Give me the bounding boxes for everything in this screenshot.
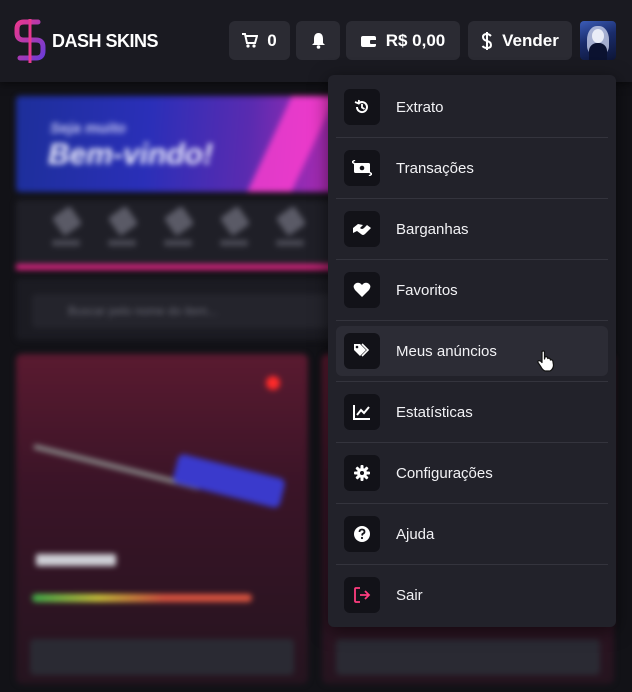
menu-item-meus-anuncios[interactable]: Meus anúncios [336, 326, 608, 376]
cart-button[interactable]: 0 [229, 21, 290, 60]
menu-item-extrato[interactable]: Extrato [336, 82, 608, 132]
menu-item-label: Ajuda [396, 525, 435, 543]
menu-divider [336, 259, 608, 260]
menu-item-label: Extrato [396, 98, 444, 116]
dash-skins-logo-icon [14, 19, 46, 63]
wallet-icon [360, 35, 377, 47]
handshake-icon [353, 224, 371, 235]
menu-item-configuracoes[interactable]: Configurações [336, 448, 608, 498]
cart-count: 0 [267, 30, 277, 50]
menu-item-label: Favoritos [396, 281, 458, 299]
dollar-icon [481, 31, 493, 50]
item-card [16, 354, 308, 684]
top-navigation-bar: DASH SKINS 0 R$ 0,00 Vender [0, 0, 632, 82]
menu-item-favoritos[interactable]: Favoritos [336, 265, 608, 315]
menu-divider [336, 320, 608, 321]
menu-item-label: Configurações [396, 464, 493, 482]
wallet-balance: R$ 0,00 [385, 30, 446, 50]
banner-title: Bem-vindo! [48, 138, 213, 171]
menu-divider [336, 137, 608, 138]
banner-subtitle: Seja muito [50, 120, 126, 137]
menu-divider [336, 381, 608, 382]
menu-item-label: Meus anúncios [396, 342, 497, 360]
hand-pointer-cursor-icon [537, 350, 555, 372]
user-dropdown-menu: Extrato Transações Barganhas Favoritos M… [328, 75, 616, 627]
menu-item-label: Barganhas [396, 220, 469, 238]
search-box: Buscar pelo nome do item... [16, 278, 346, 340]
sell-label: Vender [502, 30, 559, 50]
menu-divider [336, 442, 608, 443]
dash-skins-logo[interactable]: DASH SKINS [14, 19, 162, 63]
menu-item-label: Estatísticas [396, 403, 473, 421]
chart-line-icon [353, 405, 370, 420]
menu-item-label: Sair [396, 586, 423, 604]
logo-text: DASH SKINS [52, 31, 159, 51]
tags-icon [354, 343, 370, 357]
history-icon [354, 99, 368, 114]
search-placeholder: Buscar pelo nome do item... [68, 304, 218, 318]
notifications-button[interactable] [296, 21, 340, 60]
wallet-balance-button[interactable]: R$ 0,00 [346, 21, 460, 60]
menu-divider [336, 503, 608, 504]
gear-icon [354, 465, 370, 481]
menu-item-transacoes[interactable]: Transações [336, 143, 608, 193]
menu-item-barganhas[interactable]: Barganhas [336, 204, 608, 254]
menu-item-sair[interactable]: Sair [336, 570, 608, 620]
sign-out-icon [353, 587, 370, 603]
menu-item-estatisticas[interactable]: Estatísticas [336, 387, 608, 437]
bell-icon [311, 33, 325, 49]
menu-divider [336, 564, 608, 565]
menu-divider [336, 198, 608, 199]
menu-item-ajuda[interactable]: Ajuda [336, 509, 608, 559]
money-transfer-icon [352, 160, 372, 176]
welcome-banner: Seja muito Bem-vindo! [16, 96, 346, 192]
user-avatar[interactable] [580, 21, 616, 60]
shopping-cart-icon [242, 33, 259, 48]
sell-button[interactable]: Vender [468, 21, 572, 60]
question-circle-icon [354, 526, 370, 542]
menu-item-label: Transações [396, 159, 474, 177]
heart-icon [353, 282, 371, 297]
category-bar [16, 200, 346, 270]
